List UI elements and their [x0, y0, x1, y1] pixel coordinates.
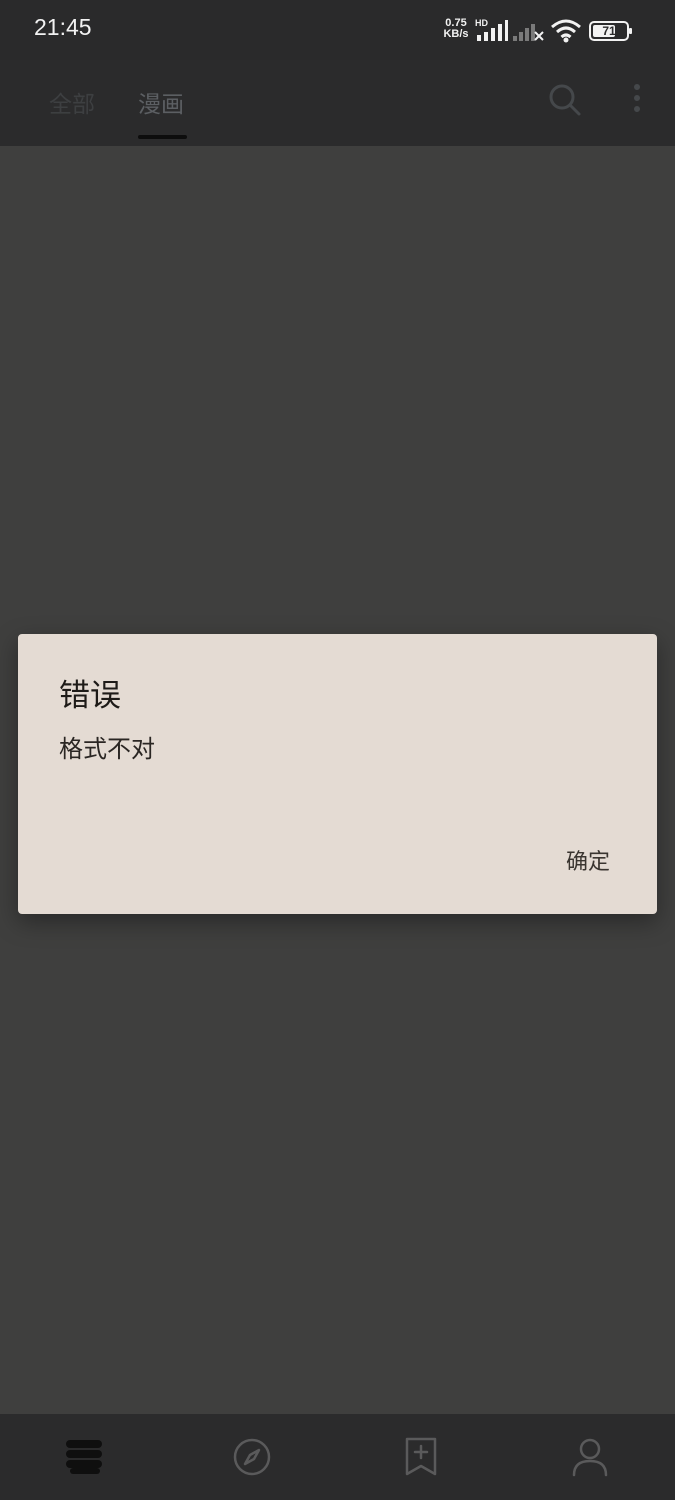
search-icon[interactable]: [547, 82, 583, 118]
nav-item-profile[interactable]: [506, 1414, 674, 1500]
dialog-message: 格式不对: [59, 735, 155, 763]
confirm-button[interactable]: 确定: [538, 830, 638, 890]
more-vertical-icon[interactable]: [627, 82, 647, 118]
nav-item-bookshelf[interactable]: [0, 1414, 168, 1500]
status-bar: 21:45 0.75 KB/s HD 71: [0, 0, 675, 60]
hd-badge: HD: [475, 18, 488, 28]
nav-item-explore[interactable]: [168, 1414, 336, 1500]
signal-strength-icon: HD: [475, 18, 508, 41]
wifi-icon: [551, 19, 581, 43]
network-speed-unit: KB/s: [443, 28, 469, 40]
status-time: 21:45: [34, 14, 92, 40]
dialog-title: 错误: [59, 678, 121, 714]
tab-comic[interactable]: 漫画: [138, 85, 184, 119]
battery-icon: 71: [589, 20, 633, 42]
app-bar: 全部 漫画: [0, 60, 675, 146]
bottom-navigation: [0, 1414, 675, 1500]
network-speed: 0.75 KB/s: [439, 18, 473, 40]
battery-level: 71: [602, 24, 616, 38]
profile-icon: [572, 1438, 608, 1477]
bookshelf-icon: [66, 1440, 102, 1474]
screen: 21:45 0.75 KB/s HD 71 全部 漫画 错误 格式不对 确定: [0, 0, 675, 1500]
bookmark-add-icon: [405, 1437, 437, 1476]
error-dialog: 错误 格式不对 确定: [18, 634, 657, 914]
tab-all[interactable]: 全部: [49, 85, 95, 119]
nav-item-bookmark[interactable]: [337, 1414, 505, 1500]
explore-icon: [233, 1438, 271, 1476]
signal-no-service-icon: [513, 24, 544, 41]
tab-indicator: [138, 135, 187, 139]
